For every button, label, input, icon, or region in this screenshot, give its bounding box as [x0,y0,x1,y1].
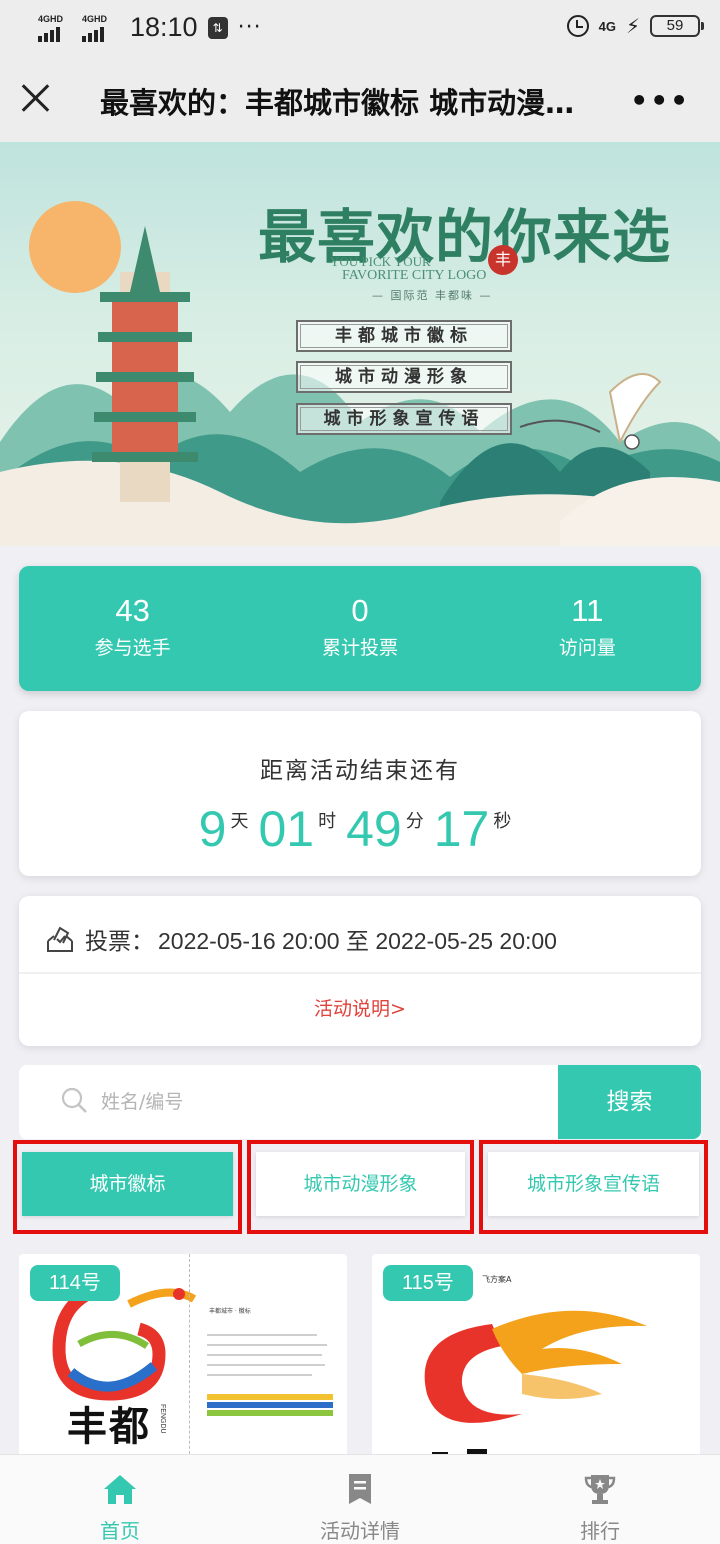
tab-city-logo[interactable]: 城市徽标 [13,1140,242,1234]
signal-1-label: 4GHD [38,13,64,24]
banner-category-2: 城市动漫形象 [296,361,512,393]
page-title: 最喜欢的：丰都城市徽标 城市动漫… [100,86,575,120]
nav-activity-details[interactable]: 活动详情 [240,1455,480,1544]
countdown-values: 9 天 01 时 49 分 17 秒 [19,801,701,857]
banner-category-1: 丰都城市徽标 [296,320,512,352]
close-icon[interactable] [18,80,54,116]
doc-line [207,1364,325,1366]
stat-votes: 0 累计投票 [246,566,473,691]
doc-line [207,1374,312,1376]
entry-number-badge: 114号 [30,1265,120,1301]
entry-number-badge: 115号 [383,1265,473,1301]
countdown-seconds: 17 [433,801,490,857]
countdown-days-unit: 天 [230,811,249,832]
countdown-days: 9 [198,801,227,857]
more-menu-button[interactable]: ••• [630,84,690,117]
status-bar: 4GHD 4GHD 18:10 ⇅ ··· 4G ⚡ 59 [0,0,720,56]
countdown-seconds-unit: 秒 [493,811,512,832]
stat-label: 访问量 [558,637,616,659]
alarm-icon [566,15,589,37]
usb-icon: ⇅ [207,16,228,39]
entry-caption: 飞方案A [482,1275,512,1284]
signal-1-icon: 4GHD [38,14,72,42]
stat-label: 累计投票 [321,637,398,659]
logo-text: 丰都 [67,1403,151,1450]
stat-value: 43 [115,593,150,628]
logo-text-en: FENGDU [159,1404,166,1434]
activity-banner: 最喜欢的你来选 YOU PICK YOUR FAVORITE CITY LOGO… [0,142,720,546]
countdown-minutes-unit: 分 [405,811,424,832]
tab-label: 城市徽标 [22,1152,233,1216]
search-button[interactable]: 搜索 [558,1065,701,1139]
stats-panel: 43 参与选手 0 累计投票 11 访问量 [19,566,701,691]
activity-rules-link[interactable]: 活动说明> [19,994,701,1021]
banner-category-3: 城市形象宣传语 [296,403,512,435]
network-label: 4G [598,18,616,34]
signal-2-label: 4GHD [82,13,108,24]
divider [19,972,701,974]
nav-home[interactable]: 首页 [0,1455,240,1544]
doc-line [207,1334,317,1336]
status-left: 4GHD 4GHD 18:10 ⇅ ··· [38,12,262,43]
color-swatch [207,1402,333,1408]
banner-subtitle-cn: — 国际范 丰都味 — [372,289,493,302]
trophy-icon [584,1475,616,1504]
nav-label: 活动详情 [320,1519,400,1543]
search-icon [61,1087,87,1113]
banner-subtitle-en-2: FAVORITE CITY LOGO [342,268,487,283]
nav-label: 首页 [100,1519,140,1543]
stat-visits: 11 访问量 [474,566,701,691]
nav-ranking[interactable]: 排行 [480,1455,720,1544]
search-bar: 搜索 [19,1065,701,1139]
battery-icon: 59 [650,15,704,37]
color-swatch [207,1410,333,1416]
ballot-icon [47,926,73,952]
vote-period-label: 投票： [85,929,154,955]
home-icon [104,1475,136,1504]
vote-period-value: 2022-05-16 20:00 至 2022-05-25 20:00 [158,928,557,954]
stat-value: 0 [351,593,369,628]
countdown-title: 距离活动结束还有 [260,758,460,784]
entry-card[interactable]: 飞方案A 115号 [372,1254,700,1474]
stat-participants: 43 参与选手 [19,566,246,691]
tab-city-cartoon[interactable]: 城市动漫形象 [247,1140,474,1234]
document-icon [349,1474,371,1504]
countdown-panel: 距离活动结束还有 9 天 01 时 49 分 17 秒 [19,711,701,876]
card-divider [189,1254,190,1474]
stat-label: 参与选手 [94,637,171,659]
charging-icon: ⚡ [625,14,640,38]
status-right: 4G ⚡ 59 [566,14,704,38]
banner-title: 最喜欢的你来选 [258,203,672,271]
vote-period-row: 投票： 2022-05-16 20:00 至 2022-05-25 20:00 [45,922,557,956]
signal-2-icon: 4GHD [82,14,116,42]
countdown-minutes: 49 [346,801,402,857]
title-bar: 最喜欢的：丰都城市徽标 城市动漫… ••• [0,56,720,142]
nav-label: 排行 [580,1519,620,1543]
tab-label: 城市形象宣传语 [488,1152,699,1216]
doc-title: 丰都城市 · 徽标 [209,1308,251,1315]
countdown-hours-unit: 时 [318,811,337,832]
doc-line [207,1344,327,1346]
app-page: 4GHD 4GHD 18:10 ⇅ ··· 4G ⚡ 59 最喜欢的：丰都城市徽… [0,0,720,1544]
status-more-dots: ··· [237,15,262,40]
entry-card[interactable]: 丰都城市 · 徽标 丰都 FENGDU 114号 [19,1254,347,1474]
doc-line [207,1354,322,1356]
tab-city-slogan[interactable]: 城市形象宣传语 [479,1140,708,1234]
color-swatch [207,1394,333,1400]
bottom-navigation: 首页 活动详情 排行 [0,1454,720,1544]
banner-seal: 丰 [488,245,518,275]
search-input[interactable] [101,1083,531,1121]
vote-period-panel: 投票： 2022-05-16 20:00 至 2022-05-25 20:00 … [19,896,701,1046]
countdown-hours: 01 [258,801,315,857]
clock: 18:10 [130,12,198,42]
stat-value: 11 [571,593,604,628]
tab-label: 城市动漫形象 [256,1152,465,1216]
